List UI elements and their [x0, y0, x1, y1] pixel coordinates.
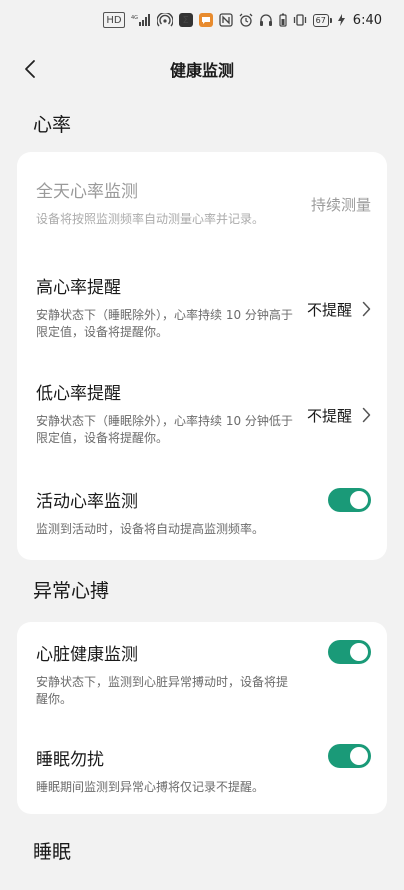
row-title: 高心率提醒 [36, 278, 121, 298]
row-title: 活动心率监测 [36, 491, 138, 512]
signal-type-label: 4G [131, 15, 138, 21]
row-desc: 睡眠期间监测到异常心搏将仅记录不提醒。 [36, 779, 265, 794]
sigma-app-icon: Σ [178, 13, 193, 27]
all-day-heart-rate-row: 全天心率监测 设备将按照监测频率自动测量心率并记录。 持续测量 [17, 152, 387, 256]
chat-app-icon [198, 13, 213, 27]
row-desc: 设备将按照监测频率自动测量心率并记录。 [36, 211, 265, 226]
cellular-signal-icon: 4G [131, 13, 151, 27]
high-heart-rate-alert-row[interactable]: 高心率提醒 安静状态下（睡眠除外），心率持续 10 分钟高于限定值，设备将提醒你… [17, 256, 387, 362]
headset-icon [259, 13, 273, 27]
row-desc: 安静状态下，监测到心脏异常搏动时，设备将提醒你。 [36, 675, 289, 706]
row-title: 全天心率监测 [36, 181, 138, 202]
section-title-heart-rate: 心率 [33, 114, 72, 136]
heart-rate-card: 全天心率监测 设备将按照监测频率自动测量心率并记录。 持续测量 高心率提醒 安静… [17, 152, 387, 560]
row-value: 不提醒 [307, 405, 371, 426]
vibrate-icon [293, 13, 307, 27]
hd-icon: HD [103, 12, 125, 28]
low-heart-rate-alert-row[interactable]: 低心率提醒 安静状态下（睡眠除外），心率持续 10 分钟低于限定值，设备将提醒你… [17, 362, 387, 468]
row-title: 心脏健康监测 [36, 645, 138, 665]
device-battery-icon [279, 13, 287, 27]
row-title: 睡眠勿扰 [36, 749, 104, 770]
chevron-left-icon [25, 60, 35, 78]
abnormal-heartbeat-card: 心脏健康监测 安静状态下，监测到心脏异常搏动时，设备将提醒你。 睡眠勿扰 睡眠期… [17, 622, 387, 814]
back-button[interactable] [14, 53, 46, 85]
charging-icon [337, 13, 345, 27]
battery-level: 67 [312, 13, 329, 27]
chevron-right-icon [362, 301, 371, 317]
header: 健康监测 [0, 40, 404, 98]
active-heart-rate-row: 活动心率监测 监测到活动时，设备将自动提高监测频率。 [17, 468, 387, 560]
clock: 6:40 [352, 12, 382, 28]
nfc-icon [218, 13, 233, 27]
row-desc: 监测到活动时，设备将自动提高监测频率。 [36, 521, 265, 536]
alarm-icon [239, 13, 253, 27]
heart-health-monitor-row: 心脏健康监测 安静状态下，监测到心脏异常搏动时，设备将提醒你。 [17, 622, 387, 730]
row-value: 不提醒 [307, 299, 371, 320]
status-bar: HD 4G Σ 67 6:40 [0, 0, 404, 40]
battery-icon: 67 [312, 13, 332, 27]
section-title-abnormal-heartbeat: 异常心搏 [33, 580, 110, 602]
row-title: 低心率提醒 [36, 384, 121, 404]
chevron-right-icon [362, 407, 371, 423]
page-title: 健康监测 [169, 61, 234, 80]
row-value: 持续测量 [310, 195, 371, 214]
active-heart-rate-toggle[interactable] [328, 488, 371, 512]
row-desc: 安静状态下（睡眠除外），心率持续 10 分钟高于限定值，设备将提醒你。 [36, 308, 293, 339]
section-title-sleep: 睡眠 [33, 841, 72, 863]
row-desc: 安静状态下（睡眠除外），心率持续 10 分钟低于限定值，设备将提醒你。 [36, 414, 293, 445]
sleep-do-not-disturb-toggle[interactable] [328, 744, 371, 768]
hotspot-icon [156, 13, 173, 27]
sleep-do-not-disturb-row: 睡眠勿扰 睡眠期间监测到异常心搏将仅记录不提醒。 [17, 730, 387, 814]
heart-health-monitor-toggle[interactable] [328, 640, 371, 664]
